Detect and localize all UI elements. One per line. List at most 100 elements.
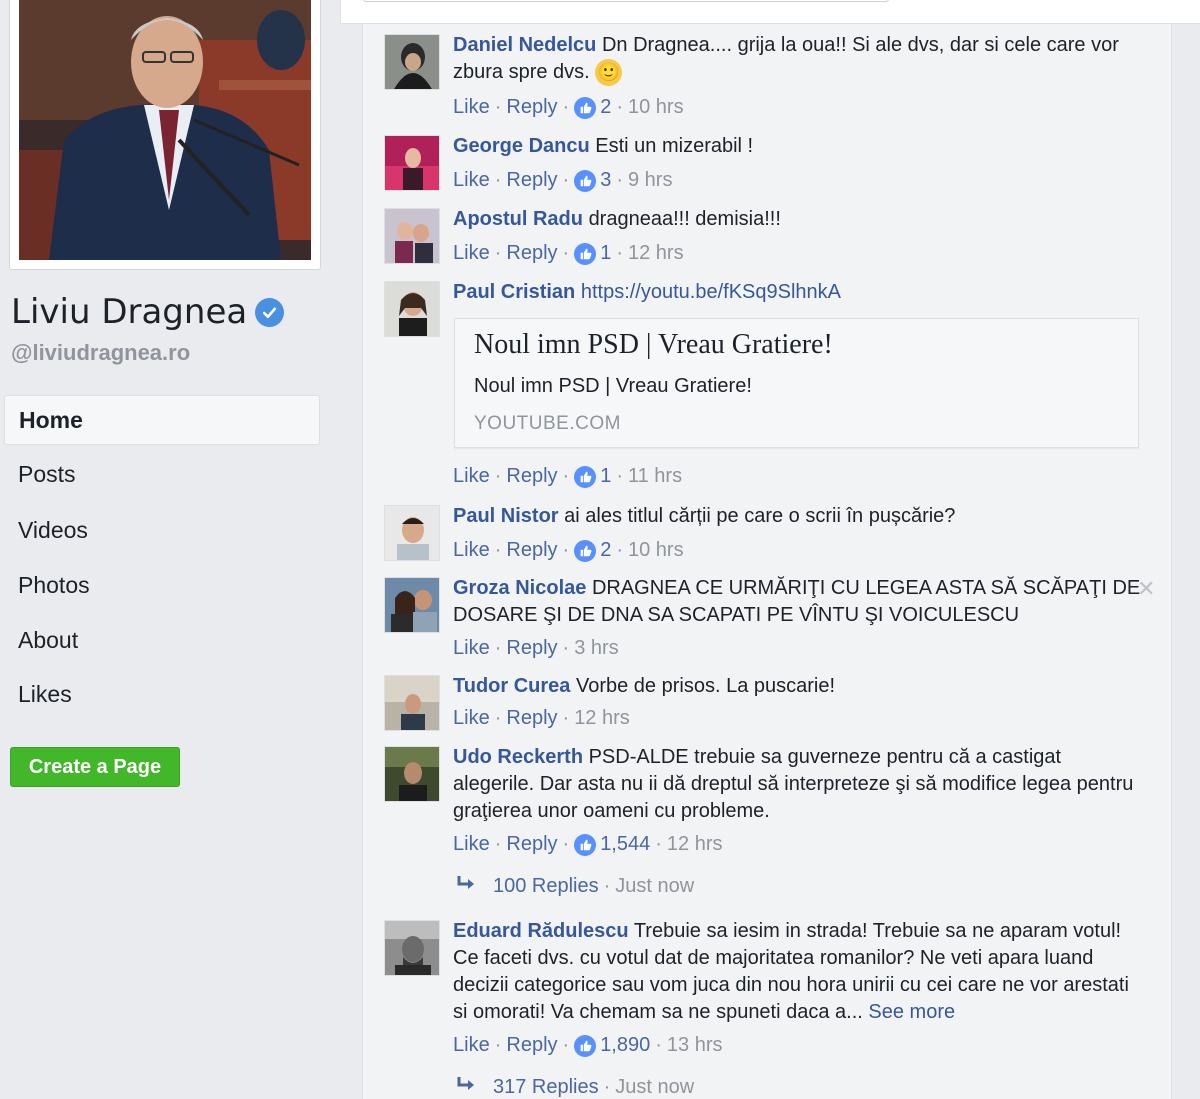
separator: · (562, 539, 570, 561)
thumbs-up-icon (574, 833, 597, 856)
like-count[interactable]: 3 (600, 169, 611, 192)
view-replies[interactable]: 100 Replies · Just now (455, 874, 694, 898)
commenter-avatar[interactable] (384, 281, 440, 337)
like-link[interactable]: Like (453, 465, 490, 488)
reply-link[interactable]: Reply (506, 833, 557, 856)
youtube-link[interactable]: https://youtu.be/fKSq9SlhnkA (581, 281, 841, 303)
create-page-button[interactable]: Create a Page (10, 747, 180, 787)
nav-home[interactable]: Home (4, 395, 320, 445)
comment-author[interactable]: Paul Nistor (453, 505, 559, 527)
comment-body: Paul Cristian https://youtu.be/fKSq9Slhn… (453, 279, 1143, 306)
like-count[interactable]: 1,890 (600, 1034, 650, 1057)
comment-actions: Like · Reply · 1 · 11 hrs (453, 465, 682, 488)
like-link[interactable]: Like (453, 707, 490, 730)
like-link[interactable]: Like (453, 96, 490, 119)
commenter-avatar[interactable] (384, 920, 440, 976)
like-link[interactable]: Like (453, 637, 490, 660)
like-count[interactable]: 1,544 (600, 833, 650, 856)
comment-time[interactable]: 12 hrs (628, 242, 684, 265)
comment-author[interactable]: Udo Reckerth (453, 746, 583, 768)
comment-input-edge (363, 0, 889, 2)
reply-link[interactable]: Reply (506, 169, 557, 192)
comment-time[interactable]: 12 hrs (574, 707, 630, 730)
reply-arrow-icon (455, 874, 479, 898)
profile-picture-frame[interactable] (9, 0, 321, 270)
like-link[interactable]: Like (453, 169, 490, 192)
commenter-avatar[interactable] (384, 675, 440, 731)
comment-author[interactable]: Eduard Rădulescu (453, 920, 629, 942)
nav-videos[interactable]: Videos (4, 505, 320, 555)
comment-actions: Like · Reply · 3 hrs (453, 637, 619, 660)
separator: · (603, 1075, 611, 1098)
nav-likes[interactable]: Likes (4, 669, 320, 719)
comment-author[interactable]: Tudor Curea (453, 675, 570, 697)
separator: · (494, 833, 502, 855)
link-preview-description: Noul imn PSD | Vreau Gratiere! (474, 375, 752, 397)
link-preview-domain: YOUTUBE.COM (474, 413, 621, 434)
commenter-avatar[interactable] (384, 135, 440, 191)
comment-author[interactable]: Daniel Nedelcu (453, 34, 596, 56)
smiley-emoji-icon: 🙂 (595, 59, 623, 87)
reply-link[interactable]: Reply (506, 242, 557, 265)
commenter-avatar[interactable] (384, 746, 440, 802)
like-link[interactable]: Like (453, 1034, 490, 1057)
like-link[interactable]: Like (453, 242, 490, 265)
separator: · (616, 96, 623, 118)
like-count[interactable]: 1 (600, 465, 611, 488)
thumbs-up-icon (574, 1034, 597, 1057)
like-count[interactable]: 1 (600, 242, 611, 265)
verified-badge-icon (255, 297, 285, 327)
comment-time[interactable]: 13 hrs (667, 1034, 723, 1057)
separator: · (562, 465, 570, 487)
reply-link[interactable]: Reply (506, 96, 557, 119)
comment-author[interactable]: George Dancu (453, 135, 590, 157)
profile-photo[interactable] (19, 0, 311, 260)
separator: · (655, 1034, 662, 1056)
like-link[interactable]: Like (453, 833, 490, 856)
comment-body: Apostul Radu dragneaa!!! demisia!!! (453, 206, 1143, 233)
view-replies[interactable]: 317 Replies · Just now (455, 1075, 694, 1099)
separator: · (562, 637, 570, 659)
see-more-link[interactable]: See more (868, 1001, 955, 1023)
comment-text: ai ales titlul cărții pe care o scrii în… (564, 505, 956, 527)
separator: · (562, 96, 570, 118)
nav-posts[interactable]: Posts (4, 449, 320, 499)
reply-link[interactable]: Reply (506, 707, 557, 730)
replies-count-link[interactable]: 100 Replies (493, 875, 599, 898)
comment-time[interactable]: 9 hrs (628, 169, 672, 192)
nav-about[interactable]: About (4, 615, 320, 665)
separator: · (494, 96, 502, 118)
commenter-avatar[interactable] (384, 208, 440, 264)
link-preview-card[interactable]: Noul imn PSD | Vreau Gratiere! Noul imn … (454, 318, 1139, 448)
nav-photos[interactable]: Photos (4, 560, 320, 610)
comment-time[interactable]: 3 hrs (574, 637, 618, 660)
comment-author[interactable]: Paul Cristian (453, 281, 575, 303)
like-count[interactable]: 2 (600, 539, 611, 562)
link-preview-title[interactable]: Noul imn PSD | Vreau Gratiere! (474, 329, 833, 361)
comment-author[interactable]: Apostul Radu (453, 208, 583, 230)
like-link[interactable]: Like (453, 539, 490, 562)
reply-link[interactable]: Reply (506, 637, 557, 660)
reply-link[interactable]: Reply (506, 539, 557, 562)
comment-time[interactable]: 10 hrs (628, 539, 684, 562)
separator: · (616, 465, 623, 487)
page-sidebar: Liviu Dragnea @liviudragnea.ro Home Post… (0, 0, 340, 1099)
profile-photo-image (19, 0, 311, 260)
comment-body: Eduard Rădulescu Trebuie sa iesim in str… (453, 918, 1143, 1026)
separator: · (494, 465, 502, 487)
page-handle[interactable]: @liviudragnea.ro (11, 340, 190, 366)
reply-link[interactable]: Reply (506, 465, 557, 488)
commenter-avatar[interactable] (384, 505, 440, 561)
comment-author[interactable]: Groza Nicolae (453, 577, 586, 599)
commenter-avatar[interactable] (384, 577, 440, 633)
hide-comment-icon[interactable]: ✕ (1137, 576, 1155, 602)
comment-time[interactable]: 12 hrs (667, 833, 723, 856)
comment-time[interactable]: 11 hrs (628, 465, 682, 488)
like-count[interactable]: 2 (600, 96, 611, 119)
comment-time[interactable]: 10 hrs (628, 96, 684, 119)
replies-count-link[interactable]: 317 Replies (493, 1076, 599, 1099)
commenter-avatar[interactable] (384, 34, 440, 90)
page-name[interactable]: Liviu Dragnea (11, 292, 285, 332)
page-name-text[interactable]: Liviu Dragnea (11, 292, 247, 332)
reply-link[interactable]: Reply (506, 1034, 557, 1057)
